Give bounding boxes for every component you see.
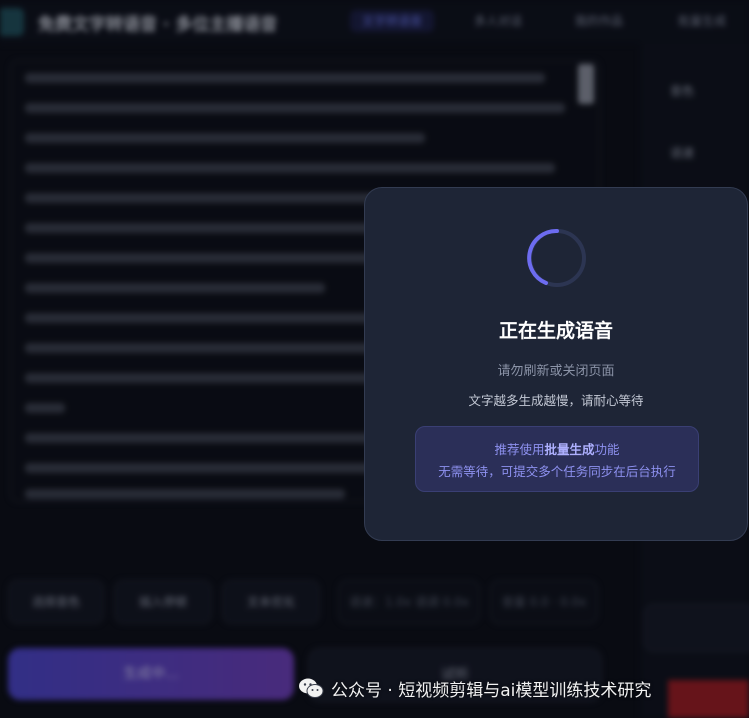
watermark: 公众号 · 短视频剪辑与ai模型训练技术研究 <box>298 675 651 701</box>
tip-prefix: 推荐使用 <box>494 442 545 457</box>
loading-spinner-icon <box>527 228 586 287</box>
tip-line-2: 无需等待，可提交多个任务同步在后台执行 <box>438 464 676 479</box>
tip-highlight[interactable]: 批量生成 <box>544 442 594 457</box>
tip-suffix: 功能 <box>594 442 620 457</box>
page: 免费文字转语音 · 多位主播语音 文字转语音 多人对话 我的作品 批量生成 音色… <box>0 0 749 718</box>
modal-note: 文字越多生成越慢，请耐心等待 <box>468 393 644 408</box>
batch-tip-box[interactable]: 推荐使用批量生成功能 无需等待，可提交多个任务同步在后台执行 <box>415 426 699 492</box>
tip-line-1: 推荐使用批量生成功能 <box>416 439 698 461</box>
watermark-text: 公众号 · 短视频剪辑与ai模型训练技术研究 <box>331 680 652 701</box>
wechat-icon <box>299 678 324 698</box>
modal-subtitle: 请勿刷新或关闭页面 <box>497 364 615 379</box>
generating-modal: 正在生成语音 请勿刷新或关闭页面 文字越多生成越慢，请耐心等待 推荐使用批量生成… <box>364 187 748 541</box>
modal-title: 正在生成语音 <box>498 320 613 342</box>
